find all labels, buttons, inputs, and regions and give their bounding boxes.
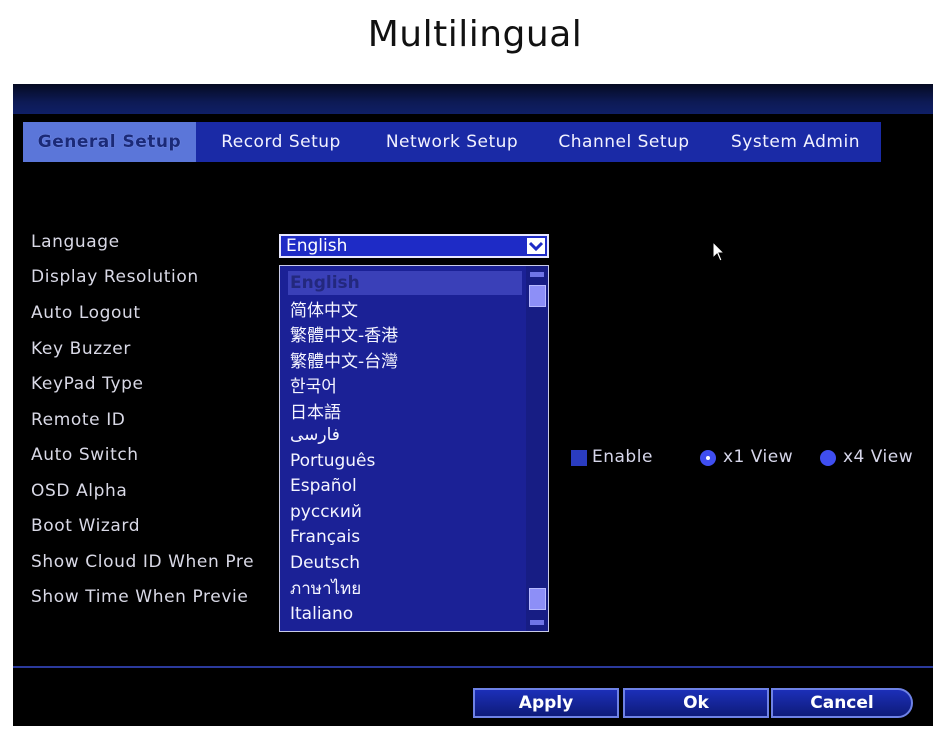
apply-button[interactable]: Apply: [473, 688, 619, 718]
language-option[interactable]: 繁體中文-台灣: [290, 347, 398, 372]
language-option[interactable]: Português: [290, 449, 375, 473]
title-strip: [13, 84, 933, 114]
tab-record-setup[interactable]: Record Setup: [196, 122, 366, 162]
dropdown-scrollbar[interactable]: [526, 266, 548, 631]
x1-view-radio[interactable]: [700, 450, 716, 466]
language-option[interactable]: 한국어: [290, 372, 337, 397]
scroll-thumb-top[interactable]: [529, 285, 546, 307]
language-option[interactable]: русский: [290, 500, 362, 524]
key-buzzer-label: Key Buzzer: [31, 339, 131, 359]
language-select[interactable]: English: [279, 234, 549, 258]
keypad-type-label: KeyPad Type: [31, 374, 144, 394]
dvr-screen: General Setup Record Setup Network Setup…: [13, 84, 933, 726]
language-option[interactable]: Deutsch: [290, 551, 360, 575]
show-time-label: Show Time When Previe: [31, 587, 249, 607]
language-dropdown-list: English 简体中文 繁體中文-香港 繁體中文-台灣 한국어 日本語 فار…: [279, 265, 549, 632]
remote-id-label: Remote ID: [31, 410, 126, 430]
auto-logout-label: Auto Logout: [31, 303, 141, 323]
tab-network-setup[interactable]: Network Setup: [366, 122, 538, 162]
language-option[interactable]: 简体中文: [290, 296, 358, 321]
language-label: Language: [31, 232, 120, 252]
boot-wizard-label: Boot Wizard: [31, 516, 141, 536]
language-select-value: English: [286, 236, 348, 256]
language-option[interactable]: فارسی: [290, 423, 340, 447]
display-resolution-label: Display Resolution: [31, 267, 199, 287]
tab-general-setup[interactable]: General Setup: [23, 122, 196, 162]
show-cloud-id-label: Show Cloud ID When Pre: [31, 552, 255, 572]
auto-switch-label: Auto Switch: [31, 445, 139, 465]
language-option[interactable]: English: [288, 271, 522, 295]
language-option[interactable]: Français: [290, 525, 360, 549]
mouse-pointer-icon: [712, 241, 726, 262]
osd-alpha-label: OSD Alpha: [31, 481, 128, 501]
language-option[interactable]: Italiano: [290, 602, 353, 626]
language-option[interactable]: Español: [290, 474, 357, 498]
scroll-down-arrow[interactable]: [530, 620, 544, 625]
language-option[interactable]: 日本語: [290, 398, 341, 423]
page-title: Multilingual: [367, 14, 583, 55]
tab-bar: General Setup Record Setup Network Setup…: [23, 122, 881, 162]
tab-system-admin[interactable]: System Admin: [710, 122, 881, 162]
x4-view-label: x4 View: [843, 447, 914, 467]
ok-button[interactable]: Ok: [623, 688, 769, 718]
auto-switch-enable-label: Enable: [592, 447, 653, 467]
language-option[interactable]: ภาษาไทย: [290, 576, 361, 600]
cancel-button[interactable]: Cancel: [771, 688, 913, 718]
footer-divider: [13, 666, 933, 668]
language-option[interactable]: 繁體中文-香港: [290, 321, 398, 346]
x4-view-radio[interactable]: [820, 450, 836, 466]
tab-channel-setup[interactable]: Channel Setup: [538, 122, 710, 162]
scroll-thumb-bottom[interactable]: [529, 588, 546, 610]
x1-view-label: x1 View: [723, 447, 794, 467]
scroll-up-arrow[interactable]: [530, 272, 544, 277]
chevron-down-icon[interactable]: [527, 238, 545, 254]
auto-switch-enable-checkbox[interactable]: [571, 450, 587, 466]
